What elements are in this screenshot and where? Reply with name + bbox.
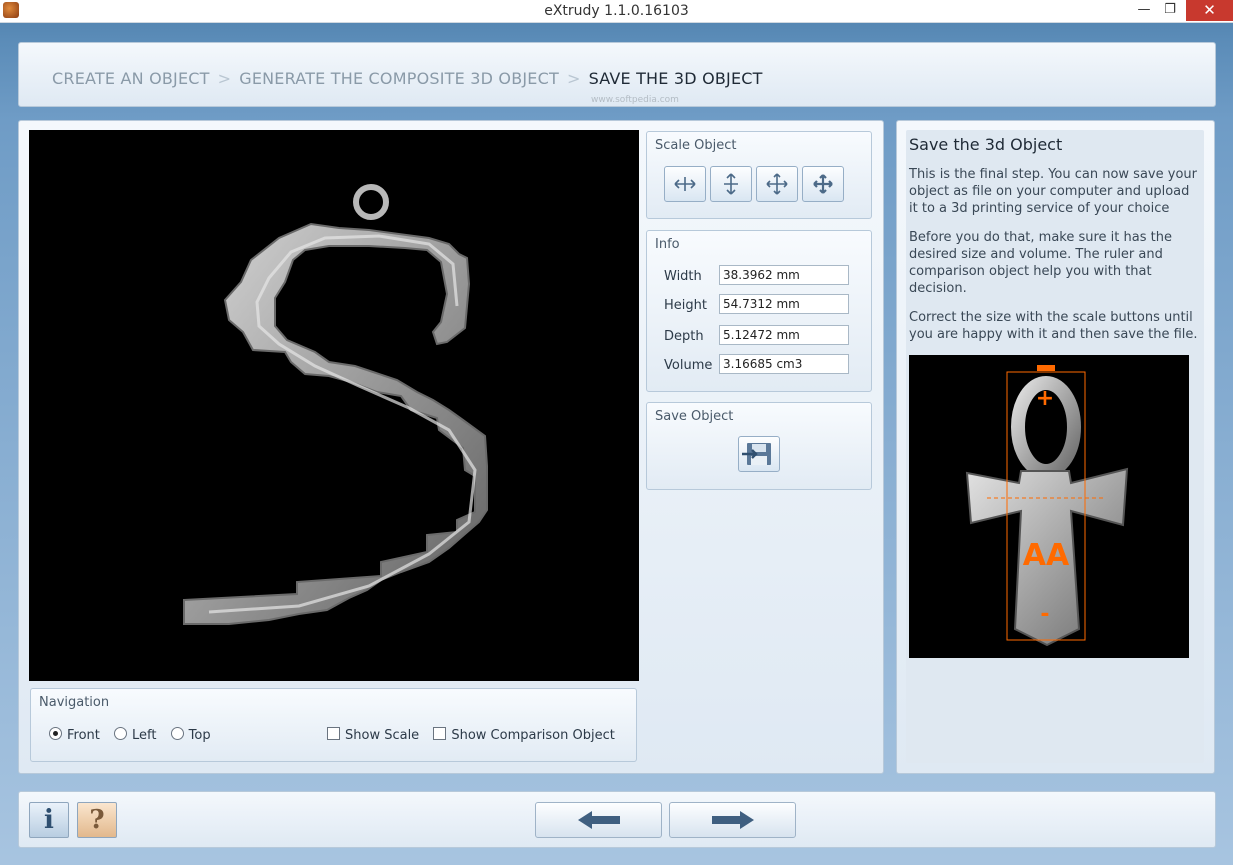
3d-viewport[interactable]: [29, 130, 639, 681]
show-comparison-option[interactable]: Show Comparison Object: [433, 727, 615, 743]
height-label: Height: [664, 298, 707, 313]
maximize-button[interactable]: ❐: [1162, 0, 1178, 21]
radio-front[interactable]: [49, 727, 62, 740]
save-button[interactable]: [738, 436, 780, 472]
scale-xy-button[interactable]: [756, 166, 798, 202]
close-button[interactable]: ✕: [1186, 0, 1233, 21]
info-button[interactable]: i: [29, 802, 69, 838]
help-paragraph-3: Correct the size with the scale buttons …: [909, 310, 1198, 342]
show-scale-option[interactable]: Show Scale: [327, 727, 419, 743]
next-button[interactable]: [669, 802, 796, 838]
s-pendant-model: [183, 184, 488, 625]
arrow-right-icon: [712, 811, 754, 829]
bottom-bar: i ?: [18, 791, 1216, 848]
breadcrumb-separator: >: [217, 69, 232, 88]
volume-field[interactable]: 3.16685 cm3: [719, 354, 849, 374]
info-row-height: Height 54.7312 mm: [664, 294, 849, 314]
show-comparison-label: Show Comparison Object: [451, 728, 615, 743]
volume-label: Volume: [664, 358, 713, 373]
info-row-width: Width 38.3962 mm: [664, 265, 849, 285]
width-label: Width: [664, 269, 702, 284]
scale-object-title: Scale Object: [655, 138, 737, 153]
help-title: Save the 3d Object: [909, 135, 1063, 154]
scale-xy-icon: [766, 173, 788, 195]
main-panel: Navigation Front Left Top Show Scale Sho…: [18, 120, 884, 774]
view-top-option[interactable]: Top: [170, 727, 211, 743]
show-scale-label: Show Scale: [345, 728, 420, 743]
navigation-group: Navigation Front Left Top Show Scale Sho…: [30, 688, 637, 762]
window-title: eXtrudy 1.1.0.16103: [544, 3, 689, 19]
save-disk-icon: [742, 443, 771, 465]
help-paragraph-1: This is the final step. You can now save…: [909, 167, 1197, 216]
breadcrumb-separator: >: [566, 69, 581, 88]
breadcrumb: CREATE AN OBJECT > GENERATE THE COMPOSITE …: [18, 42, 1216, 107]
show-comparison-checkbox[interactable]: [433, 727, 447, 740]
breadcrumb-step-generate[interactable]: GENERATE THE COMPOSITE 3D OBJECT: [239, 69, 559, 88]
scale-all-icon: [813, 174, 833, 194]
save-object-title: Save Object: [655, 409, 734, 424]
scale-y-button[interactable]: [710, 166, 752, 202]
view-left-option[interactable]: Left: [114, 727, 157, 743]
info-row-volume: Volume 3.16685 cm3: [664, 354, 849, 374]
breadcrumb-step-create[interactable]: CREATE AN OBJECT: [52, 69, 210, 88]
preview-comparison-label: AA: [1023, 538, 1070, 573]
info-group: Info Width 38.3962 mm Height 54.7312 mm …: [646, 230, 872, 392]
view-left-label: Left: [132, 728, 157, 743]
breadcrumb-step-save: SAVE THE 3D OBJECT: [588, 69, 763, 88]
preview-plus: +: [1036, 386, 1054, 411]
height-field[interactable]: 54.7312 mm: [719, 294, 849, 314]
depth-field[interactable]: 5.12472 mm: [719, 325, 849, 345]
help-button[interactable]: ?: [77, 802, 117, 838]
scale-x-icon: [674, 177, 696, 191]
watermark: www.softpedia.com: [591, 95, 679, 105]
arrow-left-icon: [578, 811, 620, 829]
scale-object-group: Scale Object: [646, 131, 872, 219]
show-scale-checkbox[interactable]: [327, 727, 340, 740]
info-row-depth: Depth 5.12472 mm: [664, 325, 849, 345]
depth-label: Depth: [664, 329, 704, 344]
info-title: Info: [655, 237, 680, 252]
comparison-preview: + - AA: [909, 355, 1189, 658]
help-panel: Save the 3d Object This is the final ste…: [896, 120, 1215, 774]
preview-minus: -: [1040, 602, 1049, 627]
radio-left[interactable]: [114, 727, 128, 740]
width-field[interactable]: 38.3962 mm: [719, 265, 849, 285]
scale-all-button[interactable]: [802, 166, 844, 202]
view-top-label: Top: [188, 728, 211, 743]
view-front-label: Front: [67, 728, 100, 743]
ankh-comparison-image: + - AA: [965, 365, 1129, 647]
help-paragraph-2: Before you do that, make sure it has the…: [909, 230, 1172, 296]
view-front-option[interactable]: Front: [49, 727, 100, 743]
navigation-title: Navigation: [39, 695, 110, 710]
back-button[interactable]: [535, 802, 662, 838]
scale-y-icon: [724, 173, 738, 195]
title-bar: eXtrudy 1.1.0.16103 — ❐ ✕: [0, 0, 1233, 23]
scale-x-button[interactable]: [664, 166, 706, 202]
radio-top[interactable]: [170, 727, 184, 740]
save-object-group: Save Object: [646, 402, 872, 490]
help-content: Save the 3d Object This is the final ste…: [906, 130, 1204, 763]
minimize-button[interactable]: —: [1136, 0, 1152, 21]
